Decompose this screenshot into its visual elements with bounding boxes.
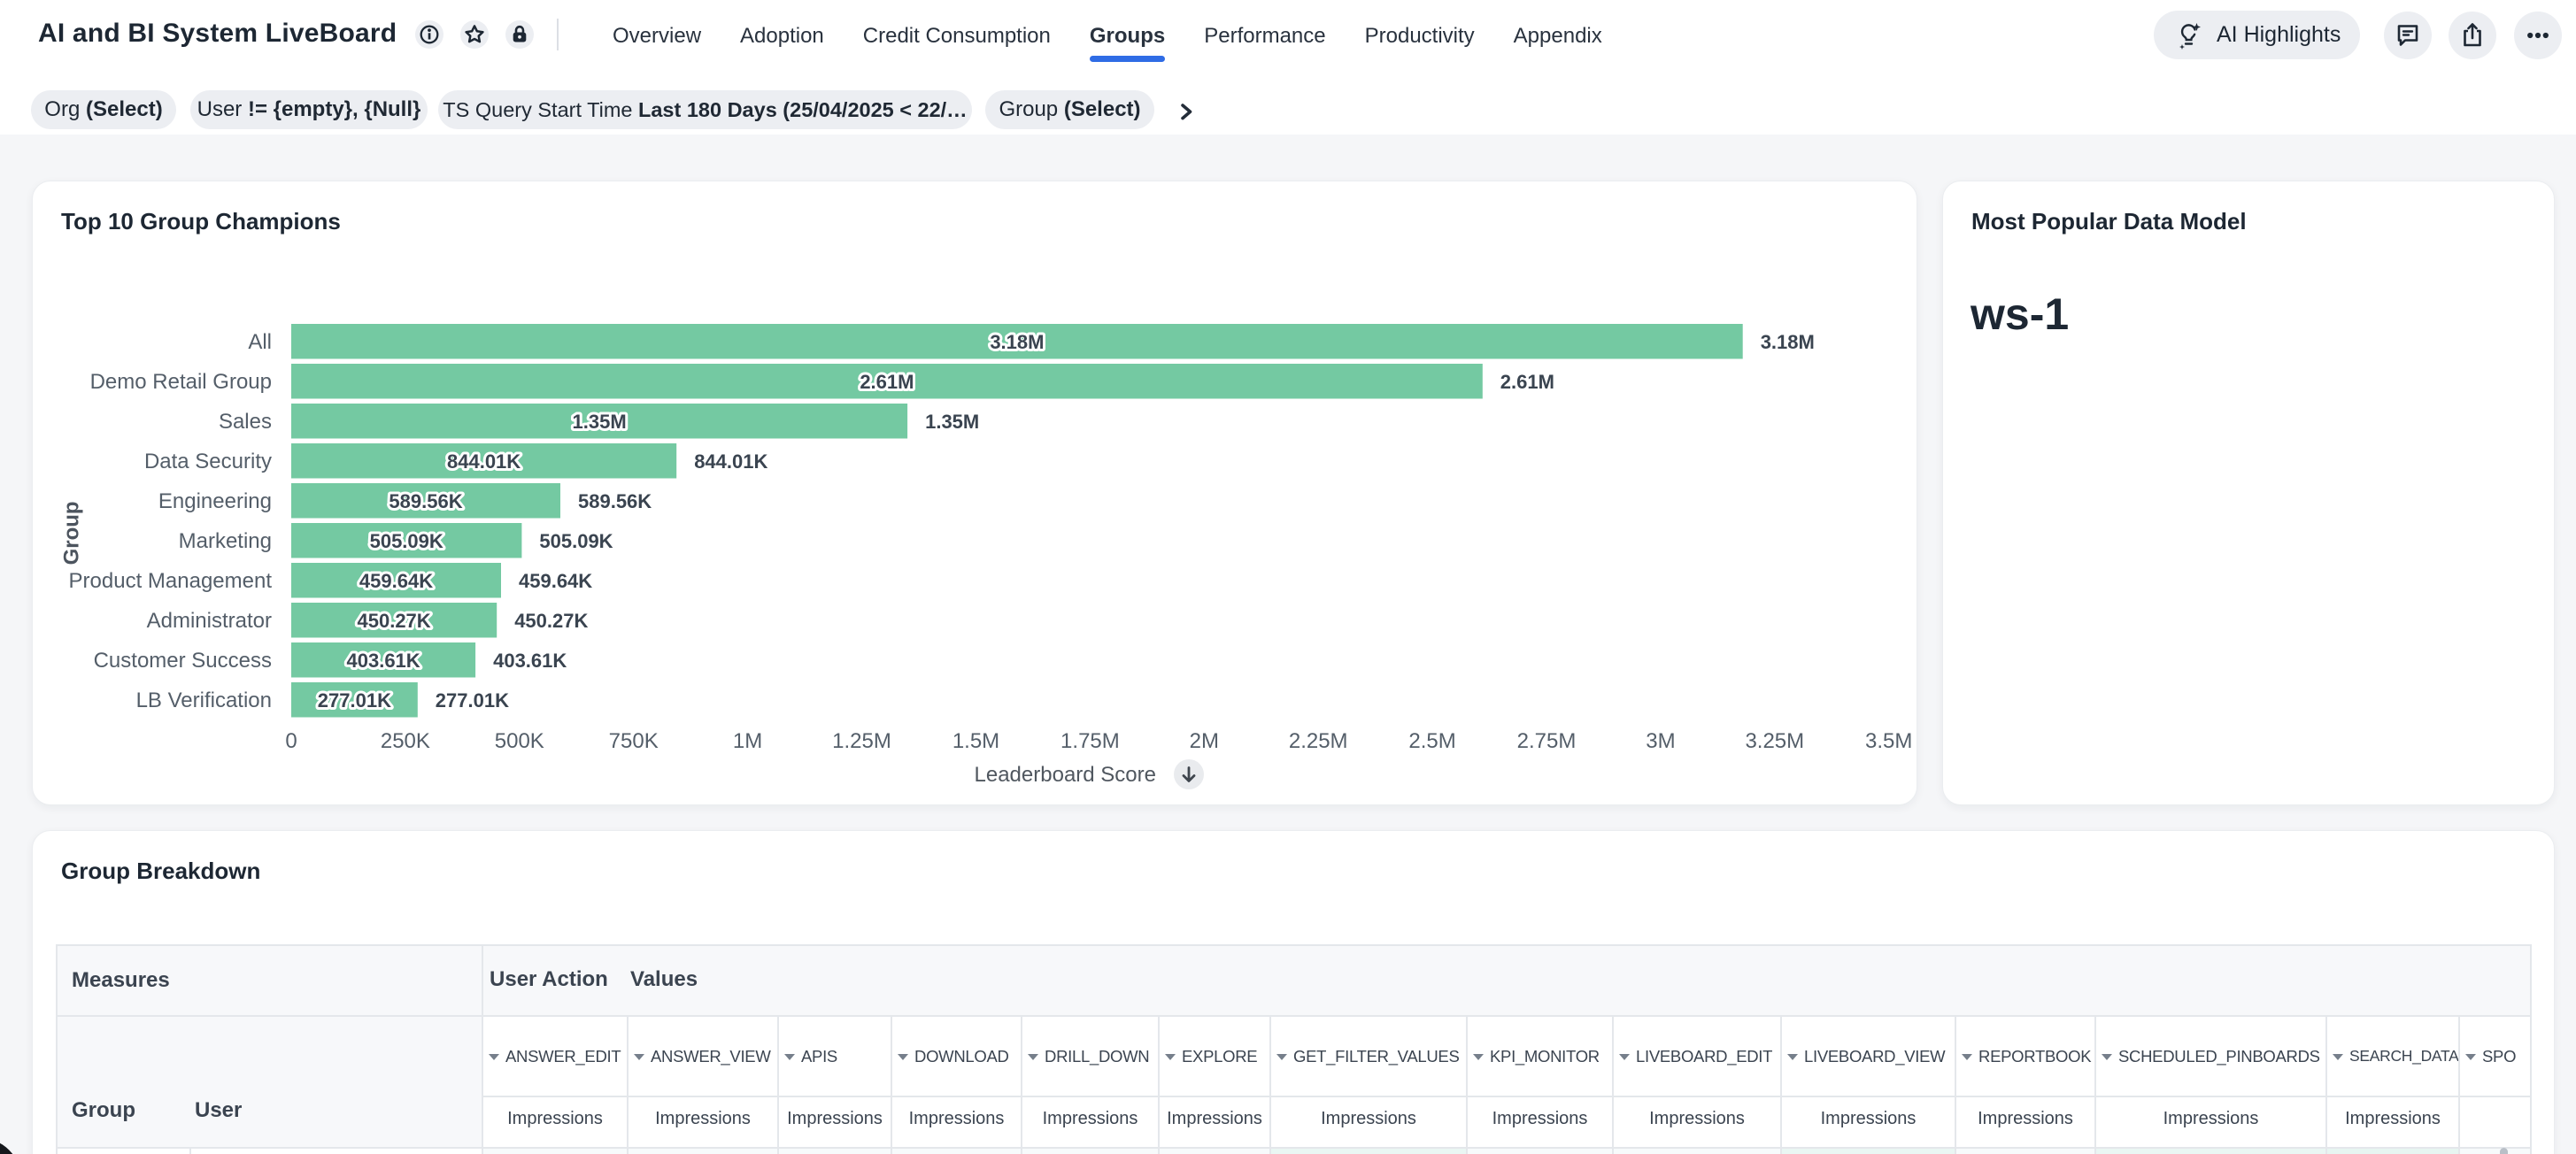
svg-text:Group: Group [60, 501, 84, 565]
svg-text:2.61M: 2.61M [860, 371, 914, 393]
svg-text:1.35M: 1.35M [925, 411, 979, 433]
svg-text:505.09K: 505.09K [370, 530, 443, 552]
svg-text:500K: 500K [495, 729, 544, 753]
svg-text:2.75M: 2.75M [1517, 729, 1577, 753]
svg-text:Customer Success: Customer Success [94, 649, 272, 673]
svg-text:589.56K: 589.56K [578, 490, 652, 512]
svg-text:844.01K: 844.01K [694, 450, 767, 473]
svg-text:459.64K: 459.64K [519, 570, 592, 592]
svg-text:Product Management: Product Management [69, 569, 273, 593]
svg-text:Sales: Sales [219, 410, 272, 434]
svg-text:Demo Retail Group: Demo Retail Group [90, 370, 272, 394]
svg-text:3.18M: 3.18M [990, 331, 1044, 353]
svg-text:3.5M: 3.5M [1865, 729, 1912, 753]
svg-text:3.18M: 3.18M [1761, 331, 1815, 353]
svg-text:1.5M: 1.5M [953, 729, 999, 753]
svg-text:2.5M: 2.5M [1408, 729, 1455, 753]
svg-text:750K: 750K [609, 729, 659, 753]
svg-text:505.09K: 505.09K [539, 530, 613, 552]
svg-text:3.25M: 3.25M [1745, 729, 1804, 753]
svg-text:All: All [248, 330, 272, 354]
svg-text:Marketing: Marketing [179, 529, 272, 553]
svg-text:Engineering: Engineering [158, 489, 272, 513]
svg-text:844.01K: 844.01K [447, 450, 521, 473]
svg-text:1.25M: 1.25M [832, 729, 891, 753]
svg-text:459.64K: 459.64K [359, 570, 433, 592]
svg-text:450.27K: 450.27K [358, 610, 431, 632]
svg-text:403.61K: 403.61K [347, 650, 420, 672]
svg-text:2.61M: 2.61M [1500, 371, 1554, 393]
svg-text:3M: 3M [1646, 729, 1675, 753]
svg-text:1M: 1M [733, 729, 762, 753]
svg-text:1.35M: 1.35M [573, 411, 627, 433]
svg-text:403.61K: 403.61K [493, 650, 567, 672]
svg-text:Leaderboard Score: Leaderboard Score [975, 763, 1156, 787]
svg-text:250K: 250K [381, 729, 430, 753]
svg-text:1.75M: 1.75M [1060, 729, 1120, 753]
svg-text:0: 0 [285, 729, 297, 753]
svg-text:2M: 2M [1190, 729, 1219, 753]
svg-text:589.56K: 589.56K [389, 490, 462, 512]
svg-text:2.25M: 2.25M [1289, 729, 1348, 753]
svg-text:450.27K: 450.27K [514, 610, 588, 632]
svg-text:LB Verification: LB Verification [136, 689, 272, 712]
svg-text:Data Security: Data Security [144, 450, 272, 473]
svg-text:277.01K: 277.01K [318, 689, 391, 712]
svg-text:277.01K: 277.01K [436, 689, 509, 712]
svg-text:Administrator: Administrator [147, 609, 272, 633]
